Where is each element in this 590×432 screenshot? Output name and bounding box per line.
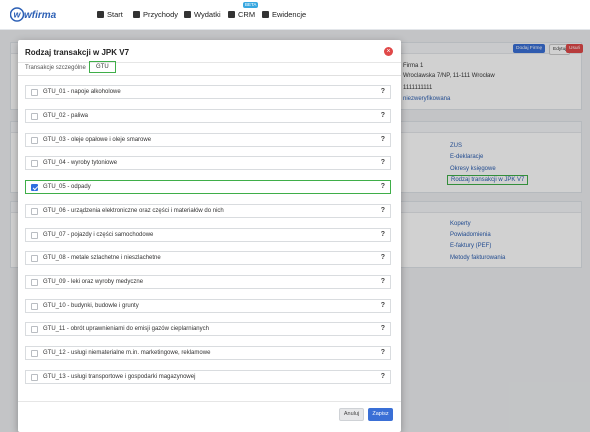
top-navigation: w wfirma Start Przychody Wydatki CRM BET…	[0, 0, 590, 30]
checkbox[interactable]	[31, 208, 38, 215]
save-button[interactable]: Zapisz	[368, 408, 393, 421]
nav-ewidencje[interactable]: Ewidencje	[262, 10, 306, 19]
checkbox[interactable]	[31, 279, 38, 286]
svg-text:w: w	[14, 10, 22, 20]
checkbox[interactable]	[31, 255, 38, 262]
beta-badge: BETA	[243, 2, 259, 8]
checkbox[interactable]	[31, 374, 38, 381]
help-icon[interactable]: ?	[381, 254, 385, 261]
gtu-row-10[interactable]: GTU_10 - budynki, budowle i grunty ?	[25, 299, 391, 313]
gtu-row-06[interactable]: GTU_06 - urządzenia elektroniczne oraz c…	[25, 204, 391, 218]
nav-przychody[interactable]: Przychody	[133, 10, 178, 19]
help-icon[interactable]: ?	[381, 325, 385, 332]
income-icon	[133, 11, 140, 18]
checkbox[interactable]	[31, 89, 38, 96]
help-icon[interactable]: ?	[381, 278, 385, 285]
help-icon[interactable]: ?	[381, 183, 385, 190]
help-icon[interactable]: ?	[381, 231, 385, 238]
gtu-row-13[interactable]: GTU_13 - usługi transportowe i gospodark…	[25, 370, 391, 384]
gtu-row-04[interactable]: GTU_04 - wyroby tytoniowe ?	[25, 156, 391, 170]
checkbox[interactable]	[31, 303, 38, 310]
help-icon[interactable]: ?	[381, 302, 385, 309]
tab-gtu[interactable]: GTU	[89, 61, 116, 73]
gtu-row-02[interactable]: GTU_02 - paliwa ?	[25, 109, 391, 123]
help-icon[interactable]: ?	[381, 159, 385, 166]
help-icon[interactable]: ?	[381, 112, 385, 119]
gtu-row-08[interactable]: GTU_08 - metale szlachetne i nieszlachet…	[25, 251, 391, 265]
logo-text: wfirma	[24, 10, 57, 21]
checkbox[interactable]	[31, 232, 38, 239]
nav-crm[interactable]: CRM	[228, 10, 255, 19]
help-icon[interactable]: ?	[381, 136, 385, 143]
wfirma-logo[interactable]: w wfirma	[10, 7, 62, 22]
gtu-row-11[interactable]: GTU_11 - obrót uprawnieniami do emisji g…	[25, 322, 391, 336]
modal-title: Rodzaj transakcji w JPK V7	[25, 48, 130, 57]
nav-wydatki[interactable]: Wydatki	[184, 10, 221, 19]
checkbox[interactable]	[31, 137, 38, 144]
help-icon[interactable]: ?	[381, 88, 385, 95]
help-icon[interactable]: ?	[381, 373, 385, 380]
gtu-row-01[interactable]: GTU_01 - napoje alkoholowe ?	[25, 85, 391, 99]
gtu-row-05[interactable]: GTU_05 - odpady ?	[25, 180, 391, 194]
cancel-button[interactable]: Anuluj	[339, 408, 364, 421]
help-icon[interactable]: ?	[381, 349, 385, 356]
close-icon[interactable]: ×	[384, 47, 393, 56]
nav-start[interactable]: Start	[97, 10, 123, 19]
gtu-row-03[interactable]: GTU_03 - oleje opałowe i oleje smarowe ?	[25, 133, 391, 147]
checkbox[interactable]	[31, 350, 38, 357]
tab-transakcje-szczegolne[interactable]: Transakcje szczególne	[25, 65, 86, 71]
help-icon[interactable]: ?	[381, 207, 385, 214]
folder-icon	[262, 11, 269, 18]
checkbox-checked[interactable]	[31, 184, 38, 191]
gtu-row-12[interactable]: GTU_12 - usługi niematerialne m.in. mark…	[25, 346, 391, 360]
gtu-modal: Rodzaj transakcji w JPK V7 × Transakcje …	[18, 40, 401, 432]
checkbox[interactable]	[31, 113, 38, 120]
gtu-row-07[interactable]: GTU_07 - pojazdy i części samochodowe ?	[25, 228, 391, 242]
home-icon	[97, 11, 104, 18]
checkbox[interactable]	[31, 160, 38, 167]
wallet-icon	[184, 11, 191, 18]
checkbox[interactable]	[31, 326, 38, 333]
crm-icon	[228, 11, 235, 18]
gtu-row-09[interactable]: GTU_09 - leki oraz wyroby medyczne ?	[25, 275, 391, 289]
